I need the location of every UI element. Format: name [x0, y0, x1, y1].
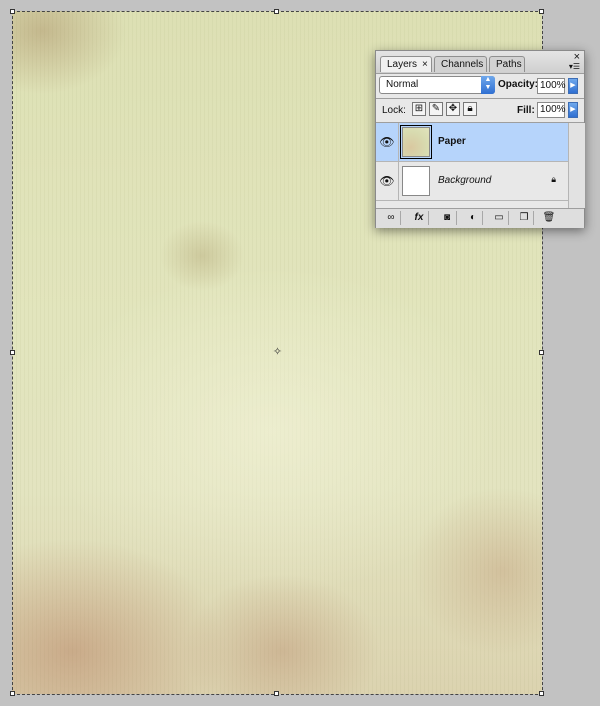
eye-visibility-icon[interactable]: 👁︎	[376, 123, 399, 161]
mask-icon[interactable]: ◙	[438, 211, 457, 225]
tab-channels-label: Channels	[441, 59, 484, 70]
transform-handle-bottom-left[interactable]	[10, 691, 15, 696]
tab-layers[interactable]: Layers ×	[380, 56, 432, 72]
tab-close-icon[interactable]: ×	[422, 59, 428, 70]
tab-paths-label: Paths	[496, 59, 522, 70]
opacity-field[interactable]: 100%	[537, 78, 566, 94]
panel-menu-icon[interactable]: ▾☰	[569, 63, 580, 71]
layer-thumbnail	[400, 125, 432, 159]
select-arrows-icon: ▲ ▼	[481, 76, 495, 94]
lock-icon: 🔒︎	[551, 174, 556, 184]
transform-handle-top-left[interactable]	[10, 9, 15, 14]
opacity-label: Opacity:	[498, 79, 539, 90]
transform-handle-top-center[interactable]	[274, 9, 279, 14]
transform-handle-middle-left[interactable]	[10, 350, 15, 355]
fx-label: fx	[414, 212, 424, 223]
transform-center-point-icon[interactable]: ✧	[272, 347, 283, 358]
new-layer-icon[interactable]: ❐	[515, 211, 534, 225]
panel-tab-bar: Layers × Channels Paths × ▾☰	[376, 51, 584, 74]
tab-layers-label: Layers	[387, 59, 418, 70]
tab-paths[interactable]: Paths	[489, 56, 525, 72]
lock-all-icon[interactable]: 🔒︎	[463, 102, 477, 116]
layer-name: Paper	[438, 136, 466, 147]
trash-icon[interactable]: 🗑︎	[540, 211, 558, 225]
tab-channels[interactable]: Channels	[434, 56, 487, 72]
group-folder-icon[interactable]: ▭	[490, 211, 509, 225]
opacity-value: 100%	[540, 80, 566, 91]
fill-slider-arrow-icon[interactable]: ▶	[568, 102, 578, 118]
lock-transparent-pixels-icon[interactable]: ⊞	[412, 102, 426, 116]
lock-image-pixels-icon[interactable]: ✎	[429, 102, 443, 116]
blend-mode-select[interactable]: Normal ▲ ▼	[379, 76, 495, 94]
divider	[376, 98, 584, 99]
transform-handle-bottom-center[interactable]	[274, 691, 279, 696]
opacity-slider-arrow-icon[interactable]: ▶	[568, 78, 578, 94]
fill-label: Fill:	[517, 105, 535, 116]
link-icon[interactable]: ∞	[382, 211, 401, 225]
layer-thumbnail	[402, 166, 430, 196]
layer-row-background[interactable]: 👁︎ Background 🔒︎	[376, 162, 568, 201]
transform-handle-top-right[interactable]	[539, 9, 544, 14]
lock-label: Lock:	[382, 105, 406, 116]
adjustment-icon[interactable]: ◐	[464, 211, 483, 225]
panel-close-icon[interactable]: ×	[574, 52, 580, 63]
layers-bottom-toolbar: ∞ fx ◙ ◐ ▭ ❐ 🗑︎	[376, 208, 584, 228]
blend-mode-value: Normal	[386, 79, 419, 90]
fill-value: 100%	[540, 104, 566, 115]
fx-icon[interactable]: fx	[410, 211, 429, 225]
layer-row-paper[interactable]: 👁︎ Paper	[376, 123, 568, 162]
layers-panel: Layers × Channels Paths × ▾☰ Normal ▲ ▼ Op…	[375, 50, 585, 228]
layers-scrollbar[interactable]	[568, 123, 585, 208]
transform-handle-bottom-right[interactable]	[539, 691, 544, 696]
lock-position-icon[interactable]: ✥	[446, 102, 460, 116]
transform-handle-middle-right[interactable]	[539, 350, 544, 355]
layer-name: Background	[438, 175, 492, 186]
eye-visibility-icon[interactable]: 👁︎	[376, 162, 399, 200]
fill-field[interactable]: 100%	[537, 102, 566, 118]
